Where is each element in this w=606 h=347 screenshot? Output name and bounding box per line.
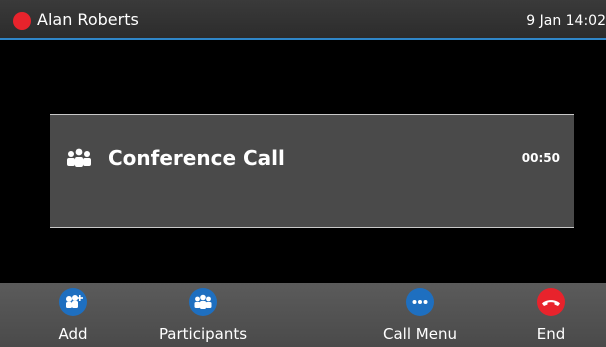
call-menu-label: Call Menu — [383, 325, 457, 343]
softkey-bar: Add Participants Call Menu End — [0, 283, 606, 347]
add-button[interactable]: Add — [23, 283, 123, 347]
more-icon — [406, 288, 434, 316]
participants-icon — [189, 288, 217, 316]
end-call-button[interactable]: End — [501, 283, 601, 347]
call-timer: 00:50 — [521, 151, 560, 165]
add-label: Add — [58, 325, 88, 343]
date-time: 9 Jan 14:02 — [526, 13, 606, 29]
status-bar: Alan Roberts 9 Jan 14:02 — [0, 0, 606, 40]
participants-button[interactable]: Participants — [153, 283, 253, 347]
conference-icon — [65, 147, 93, 171]
end-call-icon — [537, 288, 565, 316]
participants-label: Participants — [158, 325, 248, 343]
add-participant-icon — [59, 288, 87, 316]
call-title: Conference Call — [108, 146, 285, 170]
active-call-panel[interactable]: Conference Call 00:50 — [50, 114, 574, 228]
caller-name: Alan Roberts — [37, 10, 139, 29]
end-label: End — [536, 325, 566, 343]
call-menu-button[interactable]: Call Menu — [370, 283, 470, 347]
presence-status-icon — [13, 12, 31, 30]
